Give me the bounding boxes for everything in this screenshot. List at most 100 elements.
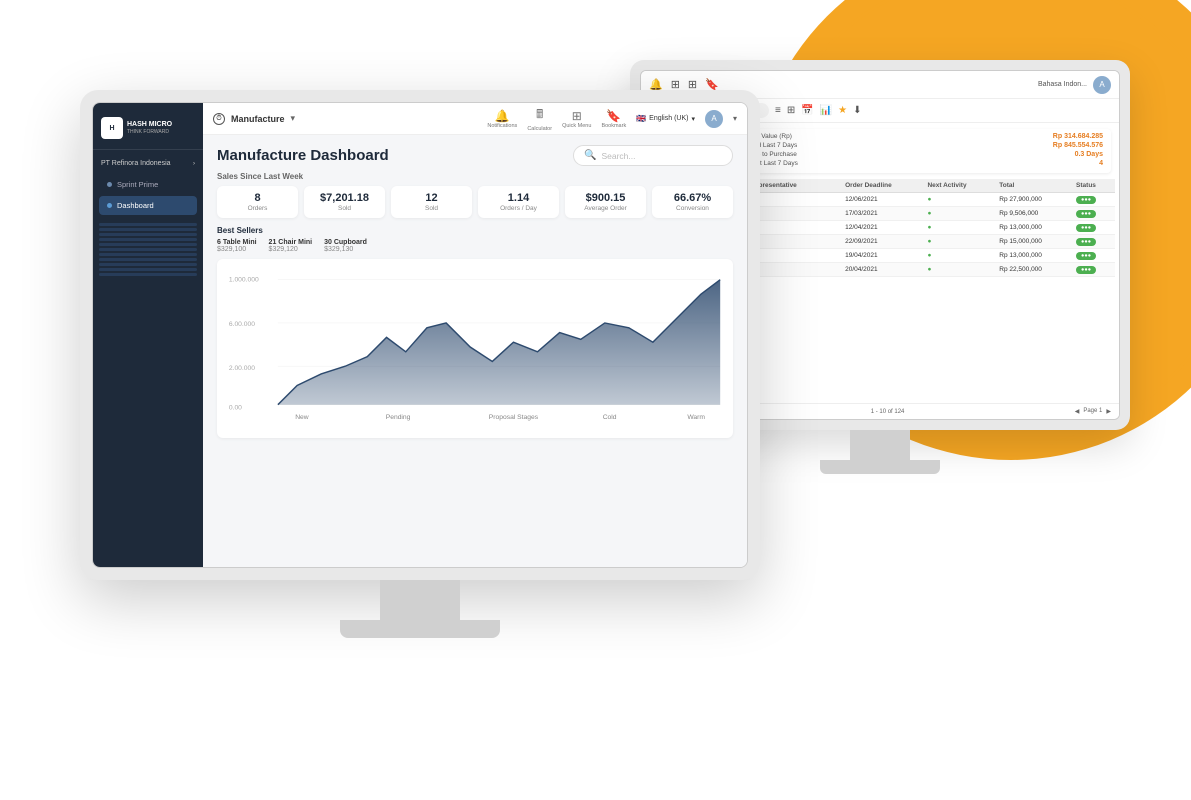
svg-text:Pending: Pending <box>386 414 411 421</box>
kpi-avg-order-row: Avg Order Value (Rp) Rp 314.684.285 <box>730 133 1103 140</box>
pagination-page-number: Page 1 <box>1083 408 1102 415</box>
svg-text:Cold: Cold <box>603 414 617 421</box>
lang-label-secondary: Bahasa Indon... <box>1038 81 1087 88</box>
notifications-label: Notifications <box>487 123 517 129</box>
cell-deadline: 22/09/2021 <box>839 235 921 249</box>
stat-sold2: 12 Sold <box>391 186 472 218</box>
best-seller-1: 6 Table Mini $329,100 <box>217 239 257 253</box>
main-content: ⏱ Manufacture ▾ 🔔 Notifications <box>203 103 747 567</box>
cell-activity: ● <box>921 221 993 235</box>
status-badge: ●●● <box>1076 210 1096 218</box>
stat-conv: 1.14 Orders / Day <box>478 186 559 218</box>
stats-section: Sales Since Last Week 8 Orders $7,201.18… <box>203 172 747 226</box>
calculator-label: Calculator <box>527 126 552 132</box>
nav-bar-8 <box>99 258 197 261</box>
main-monitor-outer: H HASH MICRO THINK FORWARD PT Refinora I… <box>80 90 760 580</box>
nav-bar-4 <box>99 238 197 241</box>
star-icon[interactable]: ★ <box>838 105 847 116</box>
user-avatar[interactable]: A <box>705 110 723 128</box>
chart-icon[interactable]: 📊 <box>820 105 832 116</box>
best-sellers: 6 Table Mini $329,100 21 Chair Mini $329… <box>217 239 733 253</box>
sidebar-item-sprint-prime[interactable]: Sprint Prime <box>99 175 197 194</box>
list-view-icon[interactable]: ≡ <box>775 105 781 116</box>
nav-bar-2 <box>99 228 197 231</box>
kpi-avg-order: Avg Order Value (Rp) Rp 314.684.285 Purc… <box>722 129 1111 173</box>
sidebar-logo: H HASH MICRO THINK FORWARD <box>93 111 203 150</box>
bookmark-btn[interactable]: 🔖 Bookmark <box>601 109 626 129</box>
sidebar-item-dashboard[interactable]: Dashboard <box>99 196 197 215</box>
svg-text:6.00.000: 6.00.000 <box>229 321 255 328</box>
sidebar: H HASH MICRO THINK FORWARD PT Refinora I… <box>93 103 203 567</box>
stat-sold: $7,201.18 Sold <box>304 186 385 218</box>
quick-menu-btn[interactable]: ⊞ Quick Menu <box>562 109 591 129</box>
cell-deadline: 19/04/2021 <box>839 249 921 263</box>
calculator-btn[interactable]: 🖩 Calculator <box>527 105 552 132</box>
stat-conv-label: Orders / Day <box>488 205 549 212</box>
nav-dot-dashboard <box>107 203 112 208</box>
main-monitor-screen: H HASH MICRO THINK FORWARD PT Refinora I… <box>92 102 748 568</box>
cell-deadline: 12/06/2021 <box>839 193 921 207</box>
kpi-purchased-value: Rp 845.554.576 <box>1053 142 1103 149</box>
pagination-next[interactable]: ▶ <box>1106 408 1111 415</box>
col-activity: Next Activity <box>921 179 993 193</box>
col-status: Status <box>1070 179 1115 193</box>
sidebar-nav-bars <box>93 221 203 278</box>
stat-sold2-value: 12 <box>401 192 462 204</box>
clock-icon: ⏱ <box>213 113 225 125</box>
cell-total: Rp 13,000,000 <box>993 249 1070 263</box>
notifications-btn[interactable]: 🔔 Notifications <box>487 109 517 129</box>
stat-orders: 8 Orders <box>217 186 298 218</box>
pagination-prev[interactable]: ◀ <box>1075 408 1080 415</box>
pagination-page-info: 1 - 10 of 124 <box>871 409 905 415</box>
stat-orders-label: Orders <box>227 205 288 212</box>
flag-icon: 🇬🇧 <box>636 114 646 123</box>
cell-deadline: 12/04/2021 <box>839 221 921 235</box>
topbar: ⏱ Manufacture ▾ 🔔 Notifications <box>203 103 747 135</box>
nav-bar-5 <box>99 243 197 246</box>
page-title: Manufacture Dashboard <box>217 147 389 164</box>
svg-text:2.00.000: 2.00.000 <box>229 365 255 372</box>
cell-deadline: 17/03/2021 <box>839 207 921 221</box>
user-menu-chevron[interactable]: ▾ <box>733 114 737 123</box>
status-badge: ●●● <box>1076 224 1096 232</box>
cell-status: ●●● <box>1070 193 1115 207</box>
kpi-leadtime-row: Lead Time to Purchase 0.3 Days <box>730 151 1103 158</box>
area-chart-container: 1.000.000 6.00.000 2.00.000 0.00 <box>217 259 733 438</box>
search-placeholder: Search... <box>601 151 635 161</box>
avatar-secondary: A <box>1093 76 1111 94</box>
kpi-leadtime-value: 0.3 Days <box>1075 151 1103 158</box>
grid-icon: ⊞ <box>572 109 582 123</box>
status-badge: ●●● <box>1076 252 1096 260</box>
breadcrumb-chevron-icon: ▾ <box>291 113 296 124</box>
cell-total: Rp 27,900,000 <box>993 193 1070 207</box>
stat-conversion: 66.67% Conversion <box>652 186 733 218</box>
language-selector[interactable]: 🇬🇧 English (UK) ▾ <box>636 114 695 123</box>
app-screen: H HASH MICRO THINK FORWARD PT Refinora I… <box>93 103 747 567</box>
nav-bar-6 <box>99 248 197 251</box>
svg-text:Warm: Warm <box>687 414 705 421</box>
grid-view-icon[interactable]: ⊞ <box>787 105 795 116</box>
calendar-icon[interactable]: 📅 <box>801 105 813 116</box>
bookmark-icon: 🔖 <box>606 109 621 123</box>
cell-total: Rp 15,000,000 <box>993 235 1070 249</box>
chart-header: Best Sellers <box>217 226 733 235</box>
cell-status: ●●● <box>1070 263 1115 277</box>
search-box[interactable]: 🔍 Search... <box>573 145 733 166</box>
download-icon[interactable]: ⬇ <box>853 105 861 116</box>
cell-deadline: 20/04/2021 <box>839 263 921 277</box>
stat-conversion-label: Conversion <box>662 205 723 212</box>
best-seller-3: 30 Cupboard $329,130 <box>324 239 367 253</box>
main-monitor-base <box>340 620 500 638</box>
col-total: Total <box>993 179 1070 193</box>
main-monitor: H HASH MICRO THINK FORWARD PT Refinora I… <box>80 90 760 650</box>
status-badge: ●●● <box>1076 238 1096 246</box>
cell-activity: ● <box>921 263 993 277</box>
cell-total: Rp 9,506,000 <box>993 207 1070 221</box>
logo-sub: THINK FORWARD <box>127 129 172 135</box>
kpi-avg-value: Rp 314.684.285 <box>1053 133 1103 140</box>
col-deadline: Order Deadline <box>839 179 921 193</box>
svg-text:0.00: 0.00 <box>229 405 242 412</box>
cell-status: ●●● <box>1070 249 1115 263</box>
stat-orders-value: 8 <box>227 192 288 204</box>
lang-chevron-icon: ▾ <box>691 115 695 123</box>
